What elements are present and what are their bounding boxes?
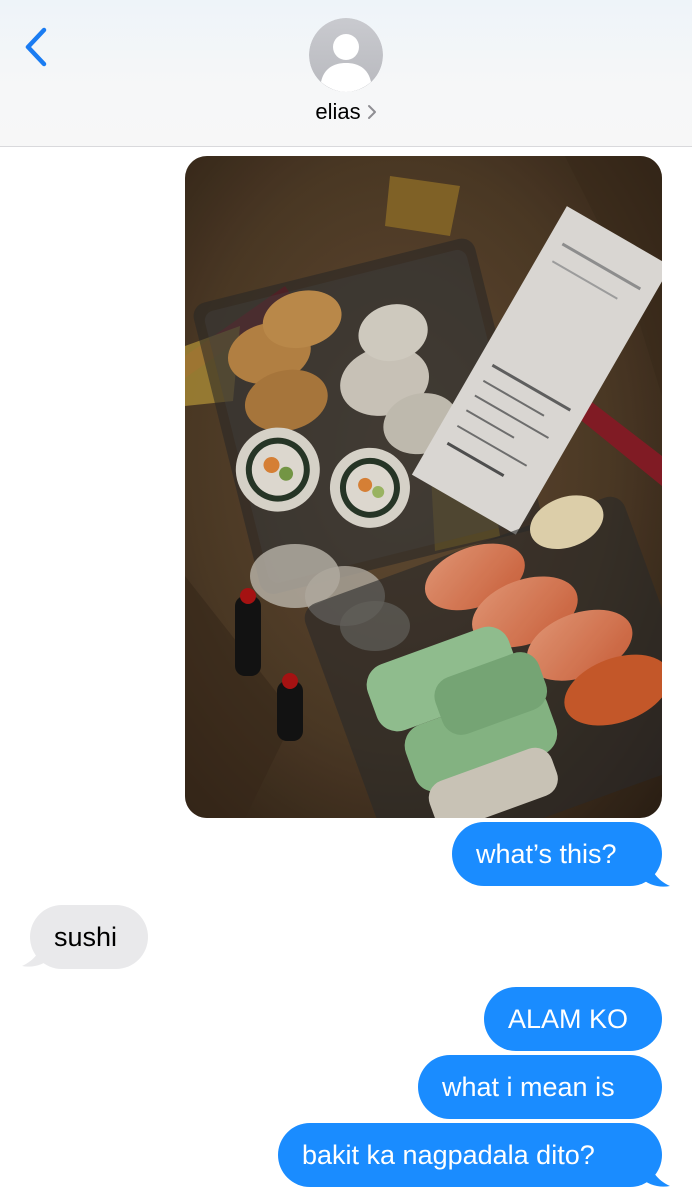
message-text: what’s this? — [476, 839, 617, 869]
messages-screen: elias what’s this? sushi ALAM KO what i … — [0, 0, 692, 1200]
message-bubble-sent[interactable]: what i mean is — [418, 1055, 662, 1119]
person-silhouette-icon — [309, 18, 383, 92]
message-bubble-sent[interactable]: bakit ka nagpadala dito? — [278, 1123, 662, 1187]
message-text: ALAM KO — [508, 1004, 629, 1034]
contact-name-button[interactable]: elias — [0, 98, 692, 125]
message-text: sushi — [54, 922, 118, 952]
conversation-header: elias — [0, 0, 692, 147]
message-bubble-sent[interactable]: ALAM KO — [484, 987, 662, 1051]
chevron-right-icon — [367, 105, 376, 120]
sushi-takeout-photo — [185, 156, 662, 818]
message-text: what i mean is — [442, 1072, 615, 1102]
back-button[interactable] — [14, 20, 58, 74]
message-bubble-sent[interactable]: what’s this? — [452, 822, 662, 886]
message-bubble-received[interactable]: sushi — [30, 905, 148, 969]
contact-avatar[interactable] — [309, 18, 383, 92]
contact-name: elias — [315, 99, 361, 125]
message-text: bakit ka nagpadala dito? — [302, 1140, 595, 1170]
chevron-left-icon — [25, 27, 47, 67]
photo-message[interactable] — [185, 156, 662, 818]
